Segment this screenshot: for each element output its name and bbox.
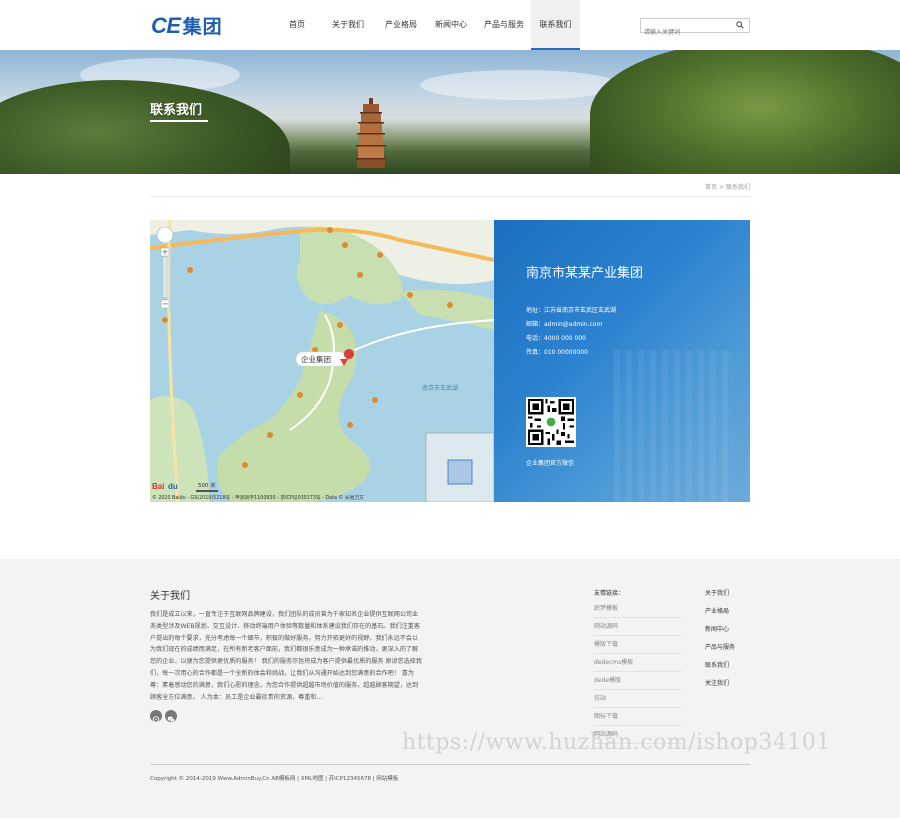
contact-panel: 南京市某某产业集团 地址：江苏省南京市玄武区玄武湖 邮箱：admin@admin… <box>494 220 750 502</box>
footer-nav-products[interactable]: 产品与服务 <box>705 642 735 660</box>
svg-text:−: − <box>162 300 169 309</box>
footer-nav-news[interactable]: 新闻中心 <box>705 624 735 642</box>
pagoda-image <box>356 98 386 168</box>
contact-list: 地址：江苏省南京市玄武区玄武湖 邮箱：admin@admin.com 电话：40… <box>526 304 616 360</box>
search-icon[interactable] <box>736 21 744 29</box>
nav-item-news[interactable]: 新闻中心 <box>425 0 477 50</box>
svg-text:du: du <box>168 482 178 491</box>
friend-link[interactable]: dedecms模板 <box>594 654 682 672</box>
svg-text:Bai: Bai <box>152 482 164 491</box>
breadcrumb: 首页 > 联系我们 <box>705 182 750 191</box>
contact-fax: 传真：010 00000000 <box>526 349 588 356</box>
search-box <box>640 18 750 39</box>
contact-address: 地址：江苏省南京市玄武区玄武湖 <box>526 307 617 314</box>
friend-link[interactable]: 图标下载 <box>594 708 682 726</box>
page-banner: 联系我们 <box>0 50 900 174</box>
footer-nav-about[interactable]: 关于我们 <box>705 588 735 606</box>
qr-code <box>526 397 576 447</box>
nav-item-about[interactable]: 关于我们 <box>319 0 377 50</box>
svg-text:+: + <box>162 248 169 257</box>
banner-title-underline <box>150 120 208 122</box>
nav-item-contact[interactable]: 联系我们 <box>531 0 580 50</box>
baidu-map[interactable]: 南京市玄武湖 + − 企业集团 Bai du 500 米 © 2020 Baid… <box>150 220 494 502</box>
banner-trees-left <box>0 80 290 174</box>
copyright: Copyright © 2014-2019 Www.AdminBuy.Cn AB… <box>150 776 399 782</box>
contact-email[interactable]: 邮箱：admin@admin.com <box>526 318 616 332</box>
map-scale: 500 米 <box>198 481 216 489</box>
friend-link[interactable]: 网站源码 <box>594 618 682 636</box>
nav-item-products[interactable]: 产品与服务 <box>477 0 531 50</box>
logo-cn: 集团 <box>182 17 223 38</box>
contact-phone: 电话：4000 000 000 <box>526 335 586 342</box>
footer-about-title: 关于我们 <box>150 591 190 602</box>
friend-links: 友情链接： 织梦模板 网站源码 模版下载 dedecms模板 dede模版 仿站… <box>594 588 682 744</box>
main-nav: 首页 关于我们 产业格局 新闻中心 产品与服务 联系我们 <box>275 0 580 50</box>
company-name: 南京市某某产业集团 <box>526 266 644 281</box>
banner-trees-right <box>590 50 900 174</box>
friend-link[interactable]: 仿站 <box>594 690 682 708</box>
breadcrumb-separator: > <box>719 184 725 191</box>
weibo-icon[interactable] <box>150 710 162 723</box>
footer-nav: 关于我们 产业格局 新闻中心 产品与服务 联系我们 关注我们 <box>705 588 735 696</box>
friend-link[interactable]: dede模版 <box>594 672 682 690</box>
map-attribution: © 2020 Baidu - GS(2019)5218号 - 甲测资字11009… <box>152 494 364 501</box>
site-footer: 关于我们 我们是成立以来，一直专注于互联网品牌建设，我们团队的成员曾为千家知名企… <box>0 559 900 818</box>
map-marker-label: 企业集团 <box>301 354 331 364</box>
social-icons <box>150 710 177 723</box>
footer-nav-follow[interactable]: 关注我们 <box>705 678 735 696</box>
map-overview[interactable] <box>425 432 494 502</box>
breadcrumb-current: 联系我们 <box>725 184 750 191</box>
qr-caption: 企业集团官方微信 <box>526 460 575 467</box>
friend-link[interactable]: 模版下载 <box>594 636 682 654</box>
footer-nav-industry[interactable]: 产业格局 <box>705 606 735 624</box>
breadcrumb-home[interactable]: 首页 <box>705 184 717 191</box>
friend-link[interactable]: 织梦模板 <box>594 600 682 618</box>
banner-cloud <box>420 70 620 100</box>
watermark-text: https://www.huzhan.com/ishop34101 <box>402 730 831 755</box>
search-input[interactable] <box>641 26 731 39</box>
nav-item-home[interactable]: 首页 <box>275 0 319 50</box>
wechat-icon[interactable] <box>165 710 177 722</box>
map-canvas[interactable]: 南京市玄武湖 + − 企业集团 Bai du 500 米 © 2020 Baid… <box>150 220 494 502</box>
footer-divider <box>150 764 750 765</box>
logo-latin: CE <box>151 13 181 38</box>
footer-about-text: 我们是成立以来，一直专注于互联网品牌建设，我们团队的成员曾为千家知名企业提供互联… <box>150 611 422 701</box>
map-lake-label: 南京市玄武湖 <box>422 384 458 392</box>
breadcrumb-divider <box>150 196 750 197</box>
site-logo[interactable]: CE 集团 <box>151 12 223 39</box>
footer-nav-contact[interactable]: 联系我们 <box>705 660 735 678</box>
banner-title: 联系我们 <box>150 103 203 118</box>
site-header: CE 集团 首页 关于我们 产业格局 新闻中心 产品与服务 联系我们 <box>0 0 900 50</box>
building-background <box>614 350 734 502</box>
friend-links-title: 友情链接： <box>594 590 625 597</box>
nav-item-industry[interactable]: 产业格局 <box>377 0 425 50</box>
